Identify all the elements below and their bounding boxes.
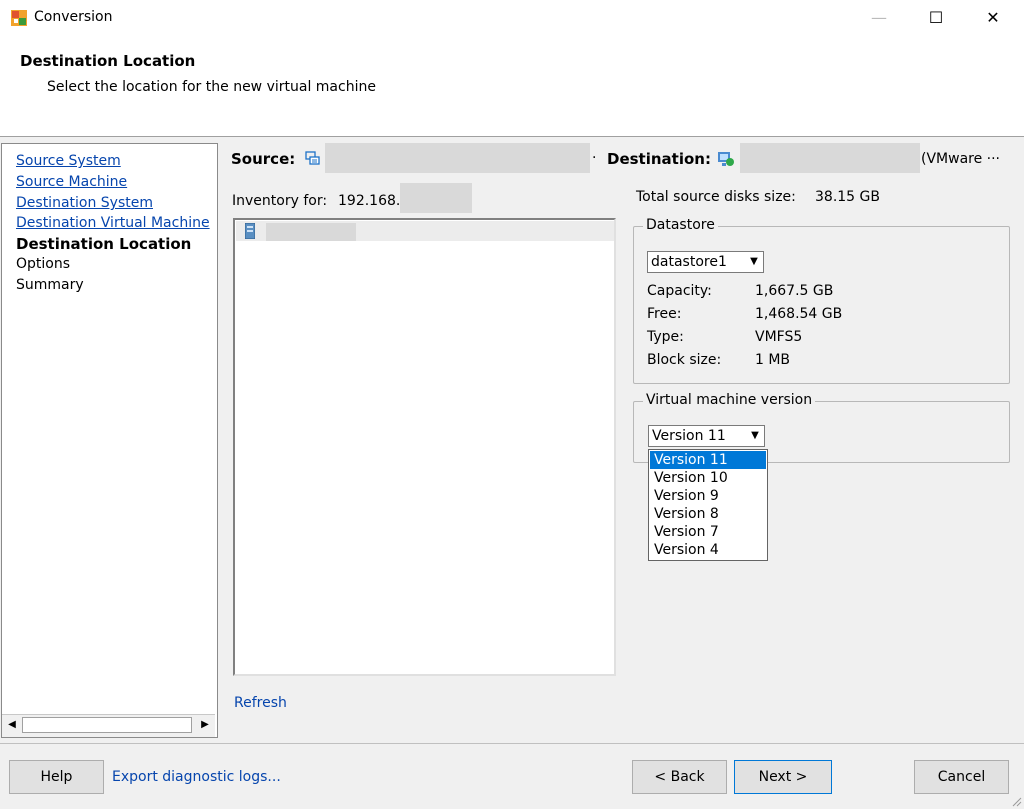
back-button[interactable]: < Back — [632, 760, 727, 794]
free-value: 1,468.54 GB — [755, 306, 843, 322]
minimize-button[interactable]: — — [856, 0, 902, 36]
chevron-down-icon[interactable]: ▼ — [746, 253, 762, 271]
vm-version-option[interactable]: Version 10 — [650, 469, 766, 487]
tree-row-selected[interactable] — [236, 221, 614, 241]
capacity-label: Capacity: — [647, 283, 712, 299]
nav-step-source-machine[interactable]: Source Machine — [16, 174, 127, 190]
inventory-host-redacted — [400, 183, 472, 213]
scroll-left-arrow-icon[interactable]: ◀ — [4, 717, 20, 733]
page-subtitle: Select the location for the new virtual … — [47, 79, 376, 95]
inventory-tree[interactable] — [233, 218, 616, 676]
source-label: Source: — [231, 150, 296, 168]
nav-step-destination-virtual-machine[interactable]: Destination Virtual Machine — [16, 215, 210, 231]
nav-step-destination-location: Destination Location — [16, 235, 192, 253]
nav-horizontal-scrollbar[interactable]: ◀ ▶ — [2, 714, 215, 737]
close-button[interactable]: ✕ — [970, 0, 1016, 36]
converter-app-icon — [11, 10, 27, 26]
inventory-host-prefix: 192.168. — [338, 193, 401, 209]
total-source-label: Total source disks size: — [636, 189, 796, 205]
vm-version-option[interactable]: Version 9 — [650, 487, 766, 505]
vm-version-dropdown-list[interactable]: Version 11 Version 10 Version 9 Version … — [648, 449, 768, 561]
wizard-step-nav: Source System Source Machine Destination… — [1, 143, 218, 738]
type-value: VMFS5 — [755, 329, 803, 345]
block-size-label: Block size: — [647, 352, 722, 368]
destination-name-redacted — [740, 143, 920, 173]
vm-version-option[interactable]: Version 7 — [650, 523, 766, 541]
cancel-button[interactable]: Cancel — [914, 760, 1009, 794]
refresh-link[interactable]: Refresh — [234, 695, 287, 711]
source-name-redacted — [325, 143, 590, 173]
datastore-selected-value: datastore1 — [651, 254, 727, 270]
free-label: Free: — [647, 306, 682, 322]
maximize-button[interactable]: ☐ — [913, 0, 959, 36]
capacity-value: 1,667.5 GB — [755, 283, 834, 299]
scroll-thumb[interactable] — [22, 717, 192, 733]
title-bar: Conversion — ☐ ✕ — [0, 0, 1024, 38]
vm-version-select[interactable]: Version 11 ▼ — [648, 425, 765, 447]
footer-divider — [0, 743, 1024, 744]
window-title: Conversion — [34, 9, 113, 25]
inventory-label: Inventory for: — [232, 193, 328, 209]
source-separator: · — [592, 150, 597, 166]
resize-grip-icon[interactable] — [1010, 795, 1022, 807]
next-button[interactable]: Next > — [734, 760, 832, 794]
source-machine-icon — [305, 151, 320, 165]
vm-version-option[interactable]: Version 8 — [650, 505, 766, 523]
page-title: Destination Location — [20, 52, 196, 70]
total-source-value: 38.15 GB — [815, 189, 880, 205]
destination-label: Destination: — [607, 150, 711, 168]
vm-version-selected-value: Version 11 — [652, 428, 726, 444]
datastore-legend: Datastore — [643, 217, 718, 233]
chevron-down-icon[interactable]: ▼ — [747, 427, 763, 445]
nav-step-summary: Summary — [16, 277, 84, 293]
server-icon — [245, 223, 255, 239]
export-diagnostic-logs-link[interactable]: Export diagnostic logs... — [112, 769, 281, 785]
wizard-header: Destination Location Select the location… — [0, 38, 1024, 137]
datastore-select[interactable]: datastore1 ▼ — [647, 251, 764, 273]
help-button[interactable]: Help — [9, 760, 104, 794]
vmware-host-icon — [718, 152, 734, 166]
destination-type: (VMware ··· — [921, 151, 1001, 167]
type-label: Type: — [647, 329, 684, 345]
vm-version-legend: Virtual machine version — [643, 392, 816, 408]
scroll-right-arrow-icon[interactable]: ▶ — [197, 717, 213, 733]
nav-step-options: Options — [16, 256, 71, 272]
nav-step-destination-system[interactable]: Destination System — [16, 195, 153, 211]
vm-version-option[interactable]: Version 4 — [650, 541, 766, 559]
nav-step-source-system[interactable]: Source System — [16, 153, 121, 169]
vm-version-option[interactable]: Version 11 — [650, 451, 766, 469]
tree-node-redacted — [266, 223, 356, 241]
block-size-value: 1 MB — [755, 352, 791, 368]
